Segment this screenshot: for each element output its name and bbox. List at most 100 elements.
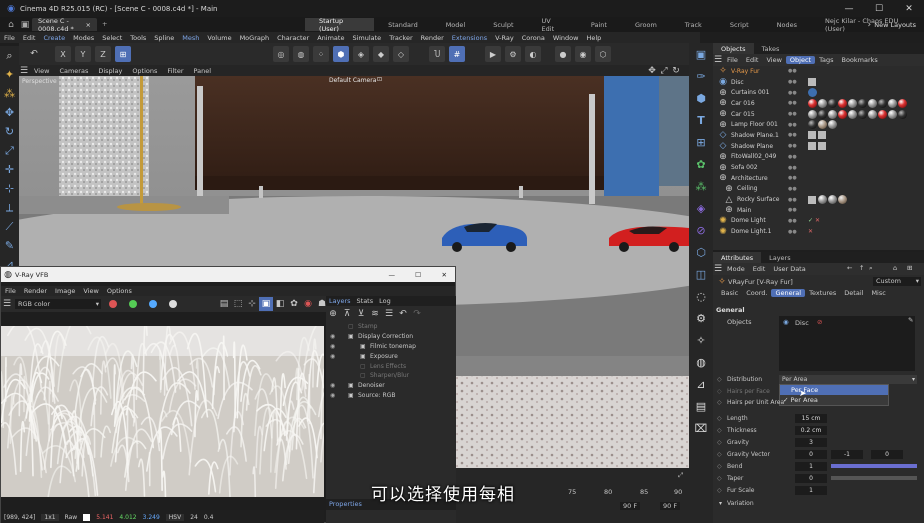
- viewport-menu-view[interactable]: View: [29, 67, 54, 75]
- primitive-icon[interactable]: ⬢: [689, 87, 713, 109]
- viewport-menu-cameras[interactable]: Cameras: [54, 67, 93, 75]
- menu-mograph[interactable]: MoGraph: [236, 34, 274, 42]
- color-space-dropdown[interactable]: HSV: [165, 513, 185, 521]
- x-icon[interactable]: ✕: [815, 217, 820, 224]
- object-row-lamp[interactable]: ⊕ Lamp Floor 001 ●●: [713, 119, 924, 130]
- knife-icon[interactable]: ⟋: [0, 217, 19, 236]
- keyframe-icon[interactable]: ◇: [717, 463, 722, 470]
- alpha-channel-dot[interactable]: [169, 300, 177, 308]
- snap-settings-icon[interactable]: ⊿: [689, 373, 713, 395]
- axis-y-button[interactable]: Y: [75, 46, 91, 62]
- visibility-dots[interactable]: ●●: [788, 100, 797, 106]
- snap-icon[interactable]: ⊹: [0, 179, 19, 198]
- visibility-dots[interactable]: ●●: [788, 143, 797, 149]
- tab-layers[interactable]: Layers: [761, 252, 799, 263]
- keyframe-icon[interactable]: ◇: [717, 439, 722, 446]
- tag[interactable]: [808, 131, 816, 140]
- eye-icon[interactable]: ◉: [330, 382, 335, 389]
- object-row-car-015[interactable]: ⊕ Car 015 ●●: [713, 109, 924, 120]
- material-ball[interactable]: [818, 98, 827, 108]
- add-layer-icon[interactable]: ⊕: [326, 307, 340, 321]
- gravity-vector-z-field[interactable]: 0: [871, 450, 903, 459]
- menu-window[interactable]: Window: [549, 34, 583, 42]
- distribution-dropdown[interactable]: Per Area ▾: [779, 375, 917, 384]
- axis-x-button[interactable]: X: [55, 46, 71, 62]
- material-ball[interactable]: [868, 98, 877, 108]
- layer-redo-icon[interactable]: ↷: [410, 307, 424, 321]
- model-mode-icon[interactable]: ◎: [273, 46, 289, 62]
- live-select-icon[interactable]: ✦: [0, 65, 19, 84]
- material-ball[interactable]: [818, 109, 827, 119]
- object-row-ceiling[interactable]: ⊕ Ceiling ●●: [713, 184, 924, 195]
- layer-row[interactable]: ▢ Lens Effects: [326, 361, 456, 371]
- subtab-misc[interactable]: Misc: [867, 289, 889, 297]
- text-icon[interactable]: T: [689, 109, 713, 131]
- menu-tracker[interactable]: Tracker: [385, 34, 416, 42]
- check-icon[interactable]: ✓: [808, 217, 813, 224]
- menu-simulate[interactable]: Simulate: [348, 34, 385, 42]
- gravity-vector-y-field[interactable]: -1: [831, 450, 863, 459]
- volume-icon[interactable]: ◍: [689, 351, 713, 373]
- vfb-menu-render[interactable]: Render: [20, 287, 51, 295]
- layer-row[interactable]: ◉ ▣ Denoiser: [326, 381, 456, 391]
- vfb-tab-log[interactable]: Log: [376, 297, 394, 305]
- viewport-menu-filter[interactable]: Filter: [162, 67, 188, 75]
- menu-help[interactable]: Help: [582, 34, 605, 42]
- grid-snap-icon[interactable]: #: [449, 46, 465, 62]
- object-row-shadow-plane[interactable]: ◇ Shadow Plane ●●: [713, 141, 924, 152]
- length-field[interactable]: 15 cm: [795, 414, 827, 423]
- object-row-car-016[interactable]: ⊕ Car 016 ●●: [713, 98, 924, 109]
- vfb-menu-view[interactable]: View: [79, 287, 102, 295]
- material-ball[interactable]: [888, 98, 897, 108]
- eyedropper-icon[interactable]: ✎: [908, 316, 913, 324]
- axis-icon[interactable]: ⟂: [0, 198, 19, 217]
- object-row-shadow-plane-1[interactable]: ◇ Shadow Plane.1 ●●: [713, 130, 924, 141]
- material-ball[interactable]: [818, 120, 827, 130]
- lock-region-icon[interactable]: ▣: [259, 297, 273, 311]
- object-row-rocky-surface[interactable]: △ Rocky Surface ●●: [713, 194, 924, 205]
- menu-tools[interactable]: Tools: [126, 34, 150, 42]
- keyframe-icon[interactable]: ◇: [717, 475, 722, 482]
- render-icon[interactable]: ◧: [273, 297, 287, 311]
- thickness-field[interactable]: 0.2 cm: [795, 426, 827, 435]
- layer-row[interactable]: ◉ ▣ Exposure: [326, 351, 456, 361]
- keyframe-icon[interactable]: ◇: [717, 399, 722, 406]
- render-view-icon[interactable]: ▶: [485, 46, 501, 62]
- scale-icon[interactable]: ⤢: [0, 141, 19, 160]
- layout-tab-model[interactable]: Model: [432, 18, 480, 31]
- material-ball[interactable]: [808, 109, 817, 119]
- material-ball[interactable]: [878, 109, 887, 119]
- x-icon[interactable]: ✕: [808, 228, 813, 235]
- blue-channel-dot[interactable]: [149, 300, 157, 308]
- layout-tab-script[interactable]: Script: [716, 18, 763, 31]
- layout-tab-standard[interactable]: Standard: [374, 18, 432, 31]
- vfb-menu-image[interactable]: Image: [51, 287, 79, 295]
- field-icon[interactable]: ⊘: [689, 219, 713, 241]
- eye-icon[interactable]: ◉: [330, 353, 335, 360]
- layout-tab-groom[interactable]: Groom: [621, 18, 671, 31]
- keyframe-icon[interactable]: ◇: [717, 376, 722, 383]
- new-layouts-button[interactable]: › New Layouts: [864, 18, 916, 31]
- keyframe-icon[interactable]: ◇: [717, 388, 722, 395]
- coordinate-system-icon[interactable]: ⊞: [115, 46, 131, 62]
- hair-icon[interactable]: ✧: [689, 329, 713, 351]
- layout-tab-track[interactable]: Track: [671, 18, 716, 31]
- transform-icon[interactable]: ✛: [0, 160, 19, 179]
- lock-attributes-icon[interactable]: ⌂: [889, 264, 901, 272]
- material-ball[interactable]: [858, 109, 867, 119]
- axis-z-button[interactable]: Z: [95, 46, 111, 62]
- layer-row[interactable]: ◉ ▣ Display Correction: [326, 332, 456, 342]
- taper-field[interactable]: 0: [795, 474, 827, 483]
- preset-dropdown[interactable]: Custom ▾: [873, 277, 921, 286]
- rotate-icon[interactable]: ↻: [0, 122, 19, 141]
- layout-tab-sculpt[interactable]: Sculpt: [479, 18, 527, 31]
- visibility-dots[interactable]: ●●: [788, 122, 797, 128]
- menu-corona[interactable]: Corona: [518, 34, 549, 42]
- attributes-menu-mode[interactable]: Mode: [723, 265, 749, 273]
- subtab-basic[interactable]: Basic: [717, 289, 742, 297]
- vray-toolbar-icon[interactable]: ●: [555, 46, 571, 62]
- object-row-dome-light[interactable]: ✺ Dome Light ●● ✓ ✕: [713, 216, 924, 227]
- move-icon[interactable]: ⁂: [0, 84, 19, 103]
- layer-row[interactable]: Stamp ▢: [326, 322, 456, 332]
- visibility-dots[interactable]: ●●: [788, 79, 797, 85]
